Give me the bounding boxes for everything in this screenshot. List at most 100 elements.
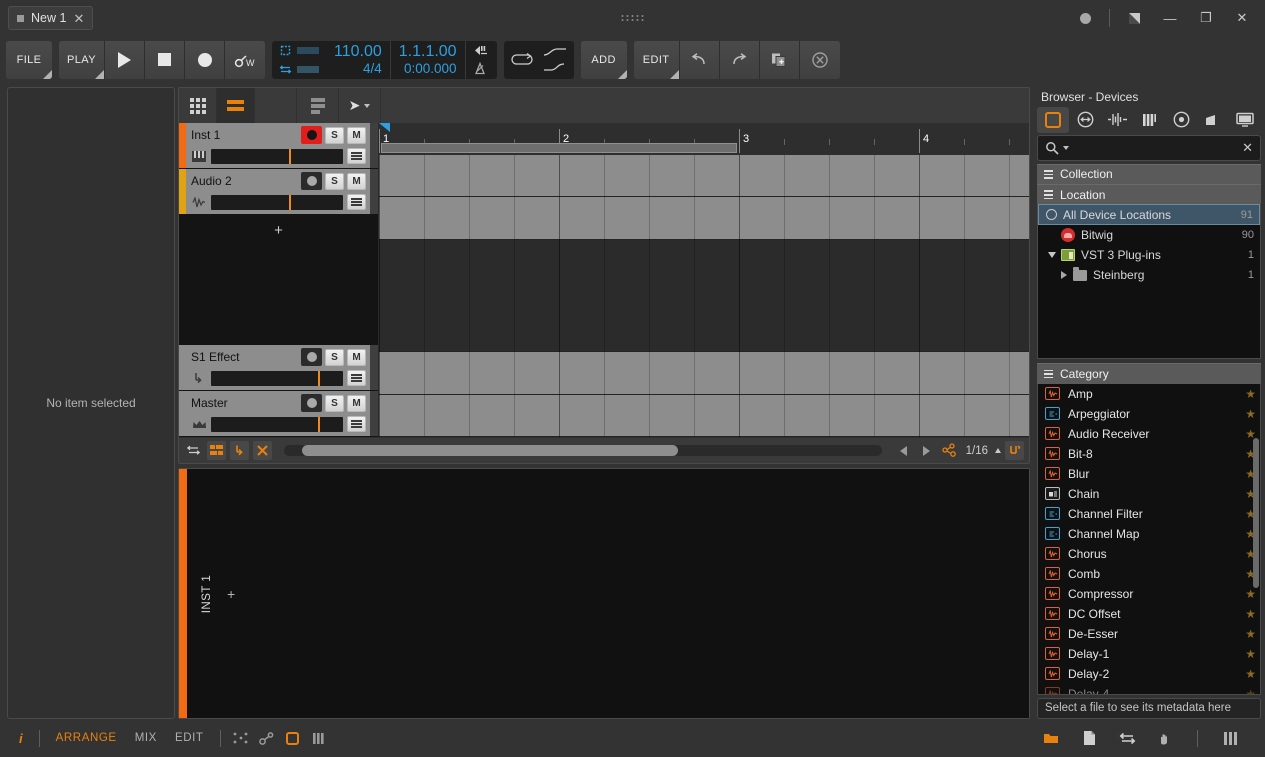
list-item[interactable]: Bitwig 90 [1038, 225, 1260, 245]
section-category[interactable]: Category [1037, 363, 1261, 384]
clip-launcher-toggle[interactable] [179, 88, 217, 123]
sync-mode-row[interactable] [279, 63, 319, 76]
list-item[interactable]: VST 3 Plug-ins 1 [1038, 245, 1260, 265]
maximize-button[interactable]: ❐ [1189, 3, 1223, 33]
favorite-star-icon[interactable]: ★ [1245, 387, 1256, 401]
track-menu-button[interactable] [347, 416, 366, 432]
list-item[interactable]: Chorus ★ [1038, 544, 1260, 564]
solo-button[interactable]: S [325, 348, 344, 366]
automation-lanes-toggle[interactable] [297, 88, 339, 123]
list-item[interactable]: Comb ★ [1038, 564, 1260, 584]
add-button[interactable]: ADD [580, 40, 627, 79]
io-arrows-icon[interactable] [1114, 727, 1140, 749]
layout-toggle-icon[interactable] [1117, 3, 1151, 33]
scroll-right-button[interactable] [917, 441, 936, 460]
list-item[interactable]: Channel Map ★ [1038, 524, 1260, 544]
follow-playhead-button[interactable] [184, 441, 203, 460]
curve-down-icon[interactable] [542, 61, 568, 72]
favorite-star-icon[interactable]: ★ [1245, 667, 1256, 681]
play-mode-button[interactable]: PLAY [59, 40, 105, 79]
mute-button[interactable]: M [347, 348, 366, 366]
mute-button[interactable]: M [347, 126, 366, 144]
volume-fader[interactable] [211, 416, 343, 432]
volume-fader[interactable] [211, 148, 343, 164]
scrollbar-thumb[interactable] [301, 445, 679, 456]
solo-button[interactable]: S [325, 126, 344, 144]
record-indicator-icon[interactable] [1068, 3, 1102, 33]
record-button[interactable] [185, 40, 225, 79]
lane-master[interactable] [379, 394, 1029, 437]
piano-keys-icon[interactable] [1217, 727, 1243, 749]
tab-music[interactable] [1165, 107, 1197, 133]
loop-region[interactable] [381, 143, 737, 153]
edit-button[interactable]: EDIT [633, 40, 680, 79]
location-list[interactable]: All Device Locations 91 Bitwig 90 VST 3 … [1037, 204, 1261, 360]
window-close-button[interactable]: ✕ [1225, 3, 1259, 33]
volume-fader[interactable] [211, 370, 343, 386]
list-item[interactable]: Audio Receiver ★ [1038, 424, 1260, 444]
record-arm-button[interactable] [301, 348, 322, 366]
favorite-star-icon[interactable]: ★ [1245, 627, 1256, 641]
lane-inst-1[interactable] [379, 155, 1029, 198]
snap-settings-button[interactable] [940, 441, 959, 460]
tab-presets[interactable] [1069, 107, 1101, 133]
duplicate-button[interactable] [759, 40, 800, 79]
record-arm-button[interactable] [301, 126, 322, 144]
category-list[interactable]: Amp ★ Arpeggiator ★ Audio Receiver ★ Bit… [1037, 383, 1261, 695]
clear-button[interactable] [799, 40, 840, 79]
list-item[interactable]: Arpeggiator ★ [1038, 404, 1260, 424]
tab-multisamples[interactable] [1133, 107, 1165, 133]
mute-button[interactable]: M [347, 394, 366, 412]
chain-link-icon[interactable] [254, 727, 280, 749]
lane-audio-2[interactable] [379, 197, 1029, 240]
list-item[interactable]: Amp ★ [1038, 384, 1260, 404]
section-location[interactable]: Location [1037, 184, 1261, 205]
tool-selector[interactable]: ➤ [339, 88, 381, 123]
curve-up-icon[interactable] [542, 47, 568, 58]
lane-s1-effect[interactable] [379, 352, 1029, 395]
tab-devices[interactable] [1037, 106, 1069, 133]
chevron-down-icon[interactable] [1063, 146, 1069, 151]
timeline-ruler[interactable]: 1 2 3 4 [379, 123, 1029, 155]
track-height-button[interactable] [207, 441, 226, 460]
arranger-view-toggle[interactable] [217, 88, 255, 123]
position-display[interactable]: 1.1.1.00 0:00.000 [391, 40, 466, 79]
editor-canvas[interactable]: INST 1 + [187, 469, 1029, 718]
clear-search-icon[interactable]: ✕ [1242, 140, 1253, 156]
touch-hand-icon[interactable] [1152, 727, 1178, 749]
favorite-star-icon[interactable]: ★ [1245, 607, 1256, 621]
timeline-lanes[interactable] [379, 155, 1029, 437]
snap-to-grid-button[interactable] [1005, 441, 1024, 460]
play-button[interactable] [105, 40, 145, 79]
list-item[interactable]: Delay-1 ★ [1038, 644, 1260, 664]
solo-button[interactable]: S [325, 394, 344, 412]
chevron-down-icon[interactable] [1046, 252, 1058, 259]
chevron-right-icon[interactable] [1058, 271, 1070, 280]
table-row[interactable]: Master S M [179, 391, 378, 436]
editor-add-icon[interactable]: + [227, 586, 235, 602]
list-item[interactable]: De-Esser ★ [1038, 624, 1260, 644]
add-track-button[interactable]: + [179, 215, 378, 345]
undo-button[interactable] [679, 40, 720, 79]
folder-icon[interactable] [1038, 727, 1064, 749]
file-icon[interactable] [1076, 727, 1102, 749]
window-grip-icon[interactable] [621, 15, 644, 21]
view-mix-button[interactable]: MIX [126, 732, 166, 744]
track-name[interactable]: Audio 2 [191, 174, 301, 188]
list-item[interactable]: Delay-2 ★ [1038, 664, 1260, 684]
list-item[interactable]: Channel Filter ★ [1038, 504, 1260, 524]
lane-empty[interactable] [379, 239, 1029, 353]
tempo-display[interactable]: 110.00 4/4 [326, 40, 391, 79]
search-input[interactable] [1074, 141, 1243, 156]
stop-button[interactable] [145, 40, 185, 79]
category-scrollbar[interactable] [1253, 437, 1259, 588]
record-arm-button[interactable] [301, 172, 322, 190]
track-menu-button[interactable] [347, 194, 366, 210]
browser-search-bar[interactable]: ✕ [1037, 135, 1261, 161]
grid-resolution-value[interactable]: 1/16 [966, 445, 988, 457]
volume-fader[interactable] [211, 194, 343, 210]
pre-roll-icon[interactable] [473, 44, 490, 57]
list-item[interactable]: Steinberg 1 [1038, 265, 1260, 285]
minimize-button[interactable]: — [1153, 3, 1187, 33]
list-item[interactable]: Bit-8 ★ [1038, 444, 1260, 464]
